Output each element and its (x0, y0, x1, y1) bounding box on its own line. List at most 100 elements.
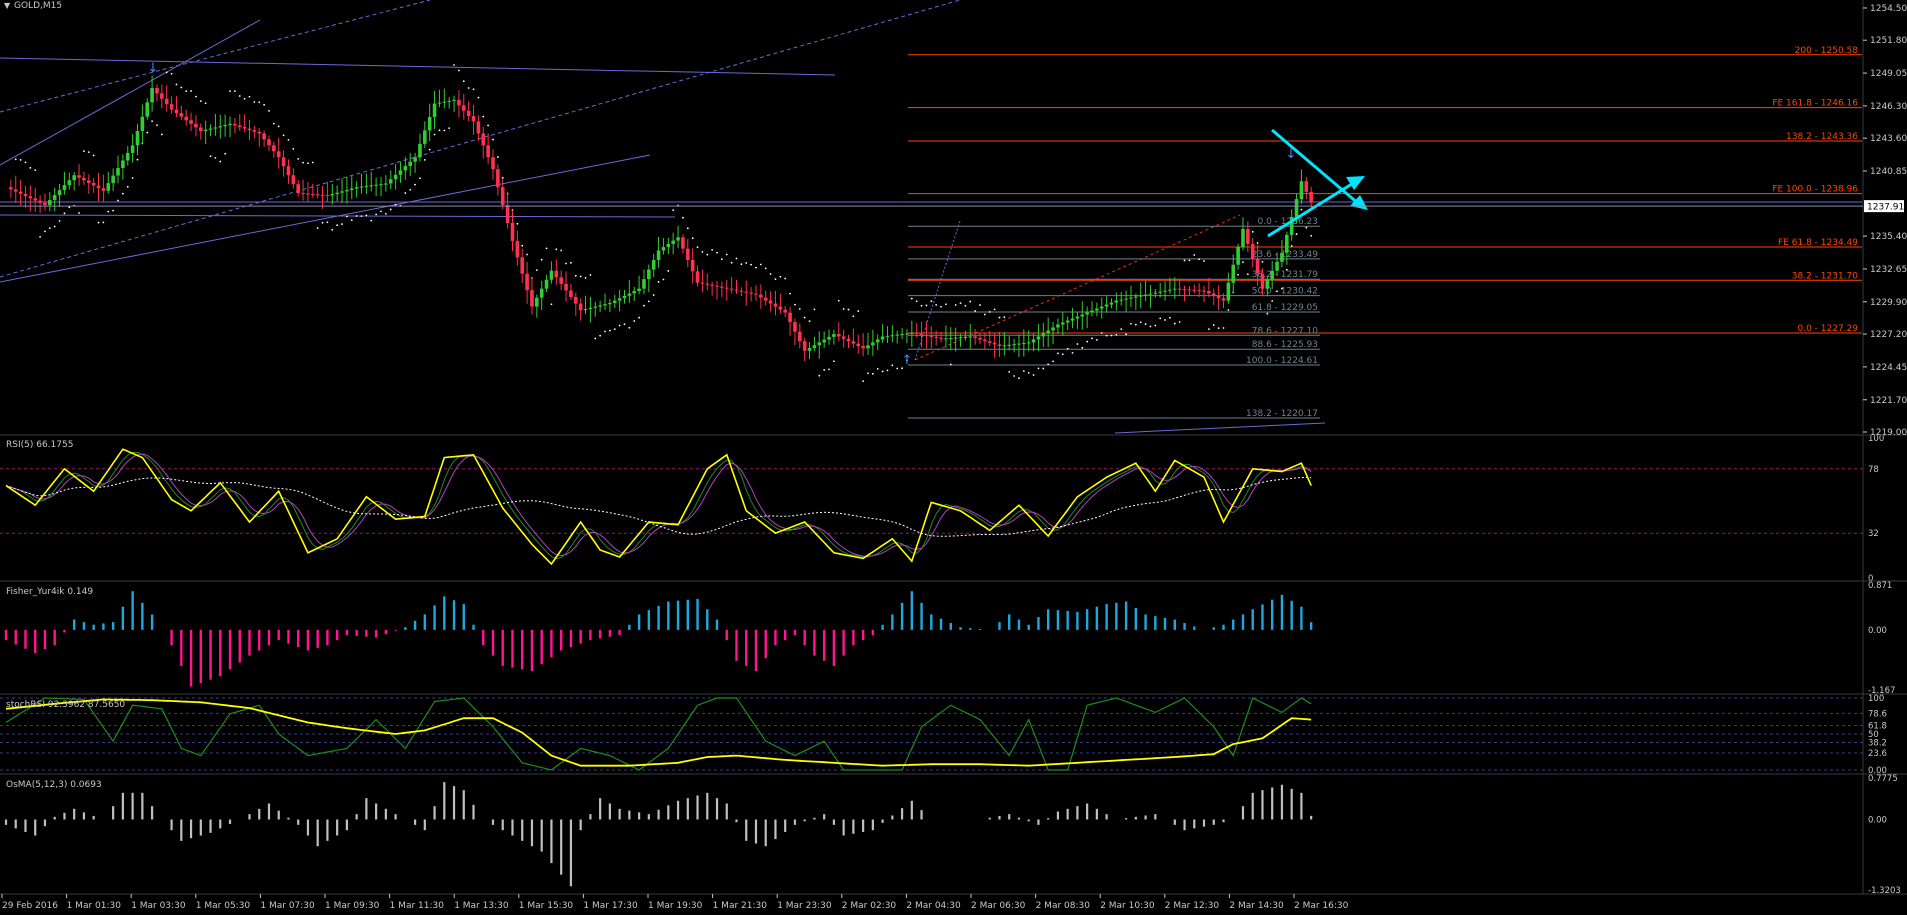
candle-body[interactable] (1294, 199, 1299, 217)
candle-body[interactable] (388, 179, 393, 184)
candle-body[interactable] (203, 129, 208, 131)
candle-body[interactable] (471, 116, 476, 122)
candle-body[interactable] (437, 102, 442, 104)
candle-body[interactable] (919, 333, 924, 335)
candle-body[interactable] (939, 337, 943, 339)
candle-body[interactable] (486, 145, 490, 158)
candle-body[interactable] (578, 303, 583, 311)
candle-body[interactable] (885, 335, 890, 337)
candle-body[interactable] (749, 292, 753, 294)
candle-body[interactable] (905, 333, 909, 335)
candle-body[interactable] (1285, 234, 1289, 253)
candle-body[interactable] (1017, 343, 1021, 345)
candle-body[interactable] (481, 133, 486, 146)
candle-body[interactable] (208, 128, 213, 130)
candle-body[interactable] (1168, 289, 1172, 291)
candle-body[interactable] (539, 288, 544, 298)
candle-body[interactable] (729, 288, 734, 290)
candle-body[interactable] (140, 116, 145, 131)
candle-body[interactable] (1265, 279, 1270, 289)
candle-body[interactable] (345, 189, 349, 192)
candle-body[interactable] (783, 309, 787, 313)
candle-body[interactable] (267, 139, 271, 146)
candle-body[interactable] (1197, 290, 1201, 292)
candle-body[interactable] (38, 200, 42, 203)
candle-body[interactable] (1124, 298, 1128, 300)
candle-body[interactable] (1060, 322, 1065, 325)
candle-body[interactable] (1104, 304, 1109, 307)
candle-body[interactable] (914, 332, 919, 334)
candle-body[interactable] (778, 306, 783, 310)
candle-body[interactable] (442, 101, 447, 103)
candle-body[interactable] (632, 291, 637, 294)
candle-body[interactable] (247, 128, 252, 131)
candle-body[interactable] (573, 297, 578, 304)
candle-body[interactable] (335, 192, 339, 195)
candle-body[interactable] (681, 237, 685, 249)
candle-body[interactable] (836, 334, 841, 337)
candle-body[interactable] (612, 300, 617, 303)
candle-body[interactable] (1275, 261, 1279, 271)
candle-body[interactable] (364, 185, 369, 187)
candle-body[interactable] (1143, 294, 1148, 296)
candle-body[interactable] (272, 145, 276, 152)
candle-body[interactable] (1022, 343, 1026, 345)
candle-body[interactable] (374, 184, 378, 186)
candle-body[interactable] (1158, 291, 1162, 293)
candle-body[interactable] (520, 257, 525, 274)
candle-body[interactable] (968, 336, 973, 338)
candle-body[interactable] (1153, 292, 1158, 294)
candle-body[interactable] (1041, 333, 1046, 337)
candle-body[interactable] (1095, 308, 1099, 311)
candle-body[interactable] (656, 250, 661, 260)
candle-body[interactable] (686, 248, 690, 260)
candle-body[interactable] (52, 195, 57, 201)
candle-body[interactable] (349, 188, 354, 190)
candle-body[interactable] (106, 183, 111, 191)
candle-body[interactable] (963, 336, 968, 338)
candle-body[interactable] (1246, 228, 1250, 244)
candle-body[interactable] (627, 293, 632, 296)
candle-body[interactable] (1221, 298, 1226, 301)
candle-body[interactable] (734, 289, 739, 291)
candle-body[interactable] (978, 338, 982, 340)
candle-body[interactable] (880, 336, 885, 340)
candle-body[interactable] (535, 297, 539, 307)
candle-body[interactable] (1007, 344, 1012, 346)
candle-body[interactable] (320, 194, 325, 196)
candle-body[interactable] (642, 279, 646, 289)
candle-body[interactable] (160, 93, 164, 99)
candle-body[interactable] (315, 194, 320, 196)
candle-body[interactable] (544, 279, 549, 289)
candle-body[interactable] (793, 322, 797, 332)
candle-body[interactable] (705, 283, 710, 285)
candle-body[interactable] (1177, 288, 1182, 290)
candle-body[interactable] (1026, 342, 1031, 344)
candle-body[interactable] (910, 332, 914, 334)
candle-body[interactable] (1280, 252, 1284, 262)
candle-body[interactable] (96, 185, 101, 189)
candle-body[interactable] (1304, 181, 1309, 192)
candle-body[interactable] (651, 260, 656, 270)
candle-body[interactable] (1046, 330, 1050, 334)
candle-body[interactable] (427, 116, 432, 131)
candle-body[interactable] (145, 102, 150, 117)
candle-body[interactable] (700, 282, 705, 284)
candle-body[interactable] (1114, 300, 1119, 303)
candle-body[interactable] (359, 186, 364, 188)
candle-body[interactable] (827, 336, 831, 340)
candle-body[interactable] (28, 196, 33, 199)
candle-body[interactable] (953, 337, 958, 339)
candle-body[interactable] (1255, 258, 1260, 274)
candle-body[interactable] (710, 284, 714, 286)
candle-body[interactable] (739, 290, 744, 292)
candle-body[interactable] (189, 120, 193, 124)
candle-body[interactable] (1202, 290, 1206, 292)
candle-body[interactable] (1192, 289, 1197, 291)
candle-body[interactable] (286, 166, 291, 176)
candle-body[interactable] (1236, 246, 1240, 265)
candle-body[interactable] (992, 342, 997, 345)
candle-body[interactable] (199, 127, 203, 131)
candle-body[interactable] (418, 143, 422, 158)
candle-body[interactable] (252, 130, 257, 132)
